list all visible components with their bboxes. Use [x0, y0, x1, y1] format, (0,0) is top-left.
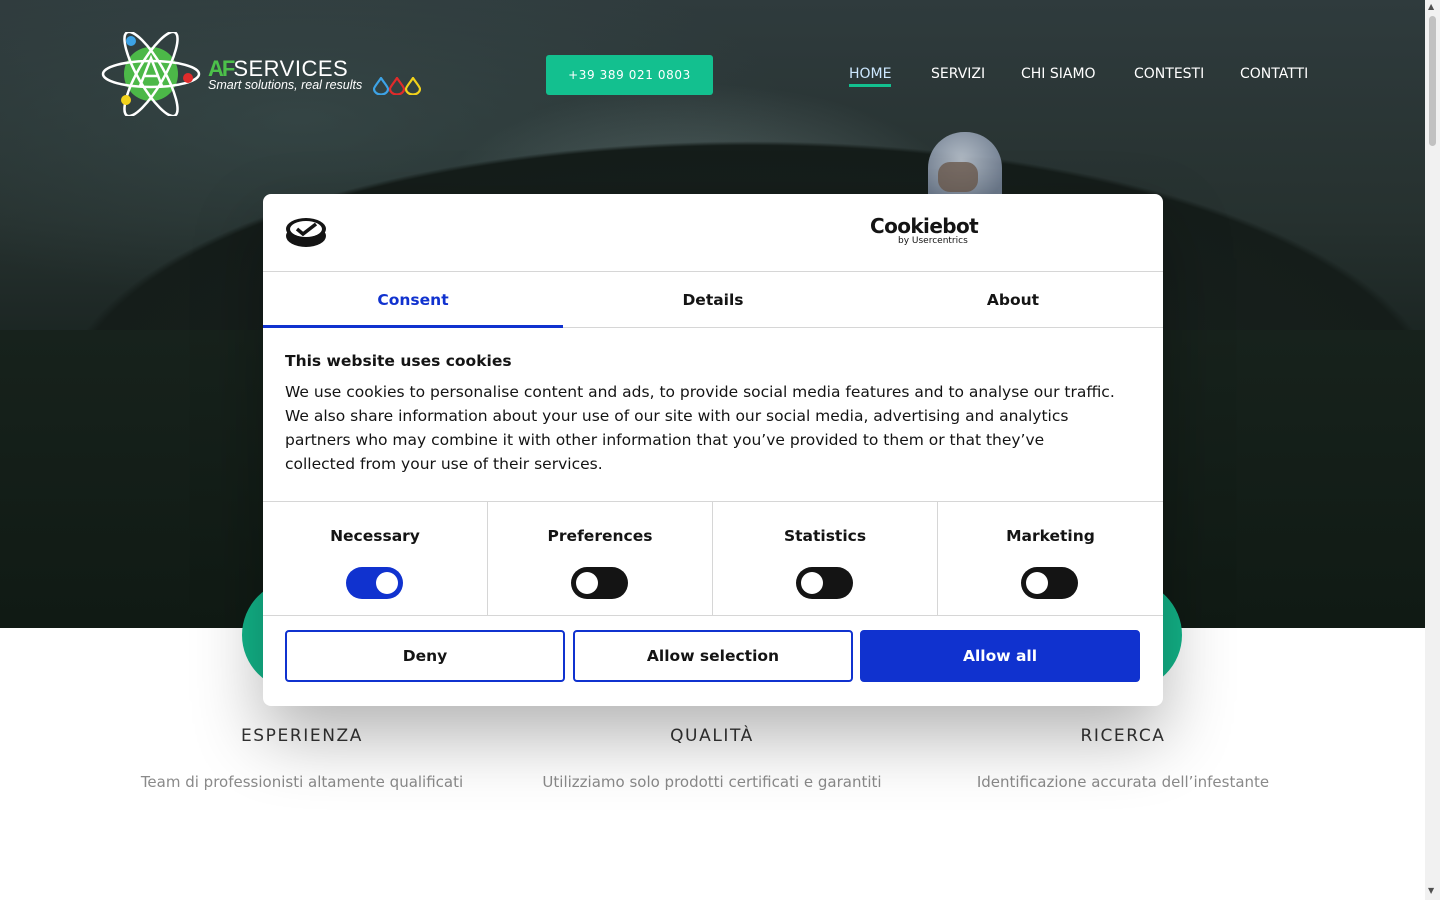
category-preferences: Preferences [488, 502, 713, 615]
nav-item-home[interactable]: HOME [849, 66, 892, 87]
category-label-necessary: Necessary [330, 527, 420, 545]
statistics-toggle[interactable] [796, 567, 853, 599]
tab-details[interactable]: Details [563, 272, 863, 327]
scroll-up-arrow-icon[interactable]: ▲ [1428, 2, 1434, 11]
cookie-dialog-body: This website uses cookies We use cookies… [285, 352, 1115, 476]
category-marketing: Marketing [938, 502, 1163, 615]
logo-tagline: Smart solutions, real results [208, 78, 363, 92]
cookiebot-mark-icon [286, 218, 326, 247]
scroll-down-arrow-icon[interactable]: ▼ [1428, 886, 1434, 895]
preferences-toggle[interactable] [571, 567, 628, 599]
nav-item-contesti[interactable]: CONTESTI [1134, 66, 1204, 82]
page-scrollbar[interactable]: ▲ ▼ [1425, 0, 1440, 900]
cookie-categories: Necessary Preferences Statistics Marketi… [263, 501, 1163, 616]
nav-item-chi-siamo[interactable]: CHI SIAMO [1021, 66, 1096, 82]
category-label-preferences: Preferences [547, 527, 653, 545]
category-label-marketing: Marketing [1006, 527, 1095, 545]
cookiebot-logo[interactable]: Cookiebot by Usercentrics [870, 214, 979, 246]
cookiebot-logo-subtext: by Usercentrics [898, 236, 968, 246]
cookie-dialog-header: Cookiebot by Usercentrics [263, 194, 1163, 272]
category-necessary: Necessary [263, 502, 488, 615]
cookie-dialog-title: This website uses cookies [285, 352, 512, 370]
feature-title-ricerca: RICERCA [1080, 726, 1166, 746]
allow-selection-button[interactable]: Allow selection [573, 630, 853, 682]
marketing-toggle[interactable] [1021, 567, 1078, 599]
scrollbar-thumb[interactable] [1429, 16, 1436, 146]
feature-title-esperienza: ESPERIENZA [240, 726, 364, 746]
category-statistics: Statistics [713, 502, 938, 615]
tab-about[interactable]: About [863, 272, 1163, 327]
phone-button[interactable]: +39 389 021 0803 [546, 55, 713, 95]
feature-text-qualita: Utilizziamo solo prodotti certificati e … [542, 773, 882, 791]
allow-all-button[interactable]: Allow all [860, 630, 1140, 682]
toggle-knob [1026, 572, 1048, 594]
nav-item-servizi[interactable]: SERVIZI [931, 66, 985, 82]
logo-drops-icon [373, 77, 421, 95]
tab-consent[interactable]: Consent [263, 272, 563, 328]
nav-item-contatti[interactable]: CONTATTI [1240, 66, 1308, 82]
cookie-consent-dialog: Cookiebot by Usercentrics Consent Detail… [263, 194, 1163, 706]
feature-title-qualita: QUALITÀ [670, 726, 754, 746]
toggle-knob [801, 572, 823, 594]
toggle-knob [576, 572, 598, 594]
hero-technician-face [938, 162, 978, 192]
cookie-dialog-tabs: Consent Details About [263, 272, 1163, 328]
site-logo[interactable]: AFSERVICES Smart solutions, real results [100, 32, 430, 116]
feature-text-ricerca: Identificazione accurata dell’infestante [976, 773, 1270, 791]
feature-text-esperienza: Team di professionisti altamente qualifi… [140, 773, 464, 791]
atom-logo-icon [101, 32, 201, 116]
toggle-knob [376, 572, 398, 594]
cookie-dialog-description: We use cookies to personalise content an… [285, 383, 1115, 473]
cookiebot-logo-text: Cookiebot [870, 214, 979, 238]
deny-button[interactable]: Deny [285, 630, 565, 682]
necessary-toggle[interactable] [346, 567, 403, 599]
category-label-statistics: Statistics [783, 527, 867, 545]
